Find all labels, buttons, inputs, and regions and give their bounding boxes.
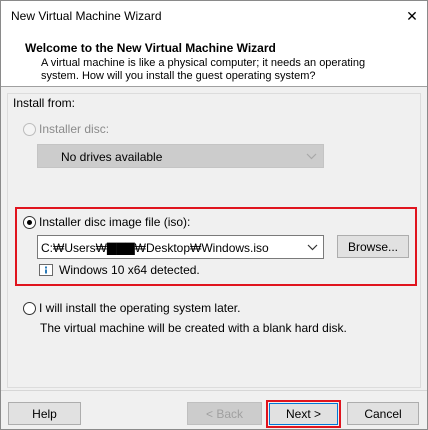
installer-disc-label: Installer disc: [39,122,110,136]
wizard-header: Welcome to the New Virtual Machine Wizar… [1,32,427,87]
installer-disc-radio[interactable] [23,123,36,136]
help-button[interactable]: Help [8,402,81,425]
chevron-down-icon [306,150,317,165]
iso-radio[interactable] [23,216,36,229]
header-title: Welcome to the New Virtual Machine Wizar… [25,41,276,55]
browse-button[interactable]: Browse... [337,235,409,258]
install-later-label: I will install the operating system late… [39,301,241,315]
window-title: New Virtual Machine Wizard [11,9,162,23]
header-description: A virtual machine is like a physical com… [41,57,366,82]
installer-disc-dropdown[interactable]: No drives available [37,144,324,168]
detected-text: Windows 10 x64 detected. [59,263,200,277]
back-button[interactable]: < Back [187,402,262,425]
close-button[interactable]: ✕ [397,1,427,31]
wizard-window: New Virtual Machine Wizard ✕ Welcome to … [0,0,428,430]
iso-path-input[interactable]: C:₩Users₩▇▇▇₩Desktop₩Windows.iso [37,235,324,259]
iso-label: Installer disc image file (iso): [39,215,191,229]
chevron-down-icon[interactable] [307,241,318,256]
footer-divider [1,390,427,391]
install-later-radio[interactable] [23,302,36,315]
os-detected-status: Windows 10 x64 detected. [39,263,200,277]
install-later-description: The virtual machine will be created with… [40,321,347,335]
title-bar: New Virtual Machine Wizard ✕ [1,1,427,32]
installer-disc-dropdown-value: No drives available [61,150,163,164]
next-button[interactable]: Next > [269,403,338,425]
close-icon: ✕ [406,7,418,24]
install-from-label: Install from: [13,96,76,110]
cancel-button[interactable]: Cancel [347,402,419,425]
info-icon [39,264,53,276]
iso-path-value: C:₩Users₩▇▇▇₩Desktop₩Windows.iso [41,241,269,255]
